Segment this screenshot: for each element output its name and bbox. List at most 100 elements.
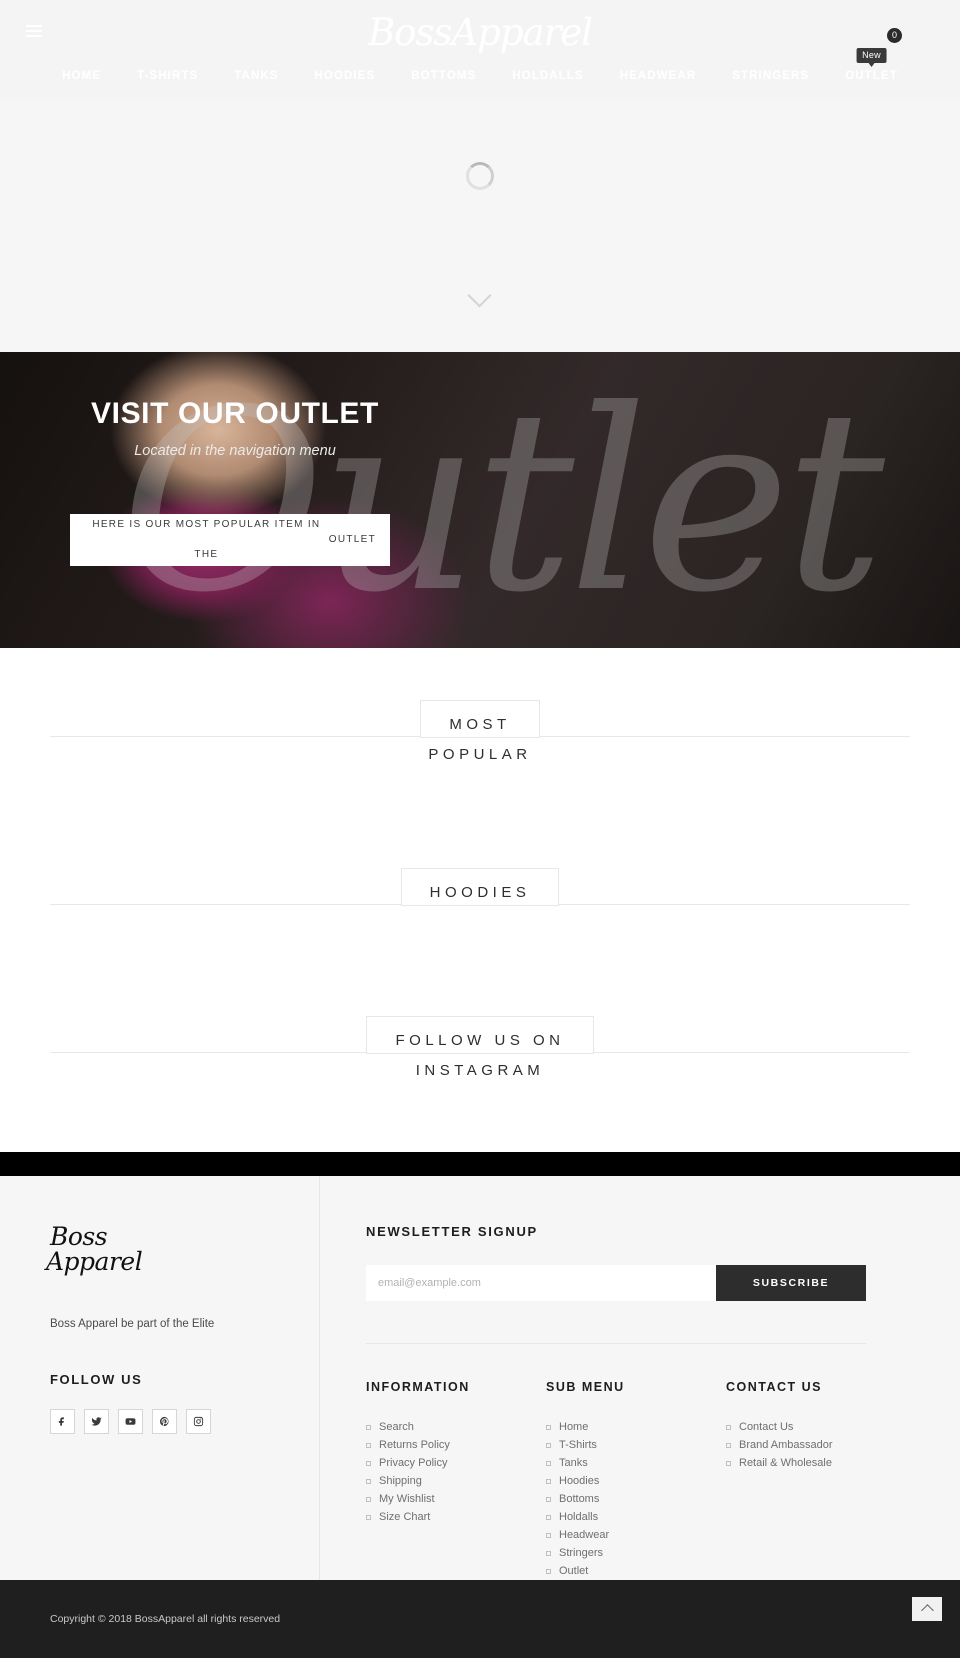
link-label: Outlet — [559, 1565, 589, 1577]
nav-item-hoodies[interactable]: HOODIES — [297, 70, 394, 82]
heading-box: MOST — [420, 700, 540, 738]
outlet-text-block: VISIT OUR OUTLET Located in the navigati… — [70, 397, 400, 459]
square-bullet-icon — [546, 1478, 551, 1484]
list-item[interactable]: Size Chart — [366, 1508, 546, 1526]
link-label: Contact Us — [739, 1421, 794, 1433]
link-label: Headwear — [559, 1529, 610, 1541]
list-item[interactable]: Outlet — [546, 1562, 726, 1580]
footer-column-sub-menu: SUB MENU Home T-Shirts Tanks Hoodies Bot… — [546, 1380, 726, 1580]
list-item[interactable]: Contact Us — [726, 1418, 886, 1436]
subscribe-button[interactable]: SUBSCRIBE — [716, 1265, 866, 1301]
list-item[interactable]: Privacy Policy — [366, 1454, 546, 1472]
list-item[interactable]: Hoodies — [546, 1472, 726, 1490]
link-label: Shipping — [379, 1475, 422, 1487]
nav-item-stringers[interactable]: STRINGERS — [714, 70, 827, 82]
site-logo[interactable]: BossApparel — [0, 10, 960, 56]
facebook-icon[interactable] — [50, 1409, 75, 1434]
list-item[interactable]: Shipping — [366, 1472, 546, 1490]
cart-button[interactable]: 0 — [887, 28, 902, 43]
square-bullet-icon — [366, 1478, 371, 1484]
link-label: Home — [559, 1421, 589, 1433]
nav-label: HOLDALLS — [512, 70, 584, 82]
site-header: BossApparel 0 HOME T-SHIRTS TANKS HOODIE… — [0, 0, 960, 100]
instagram-icon[interactable] — [186, 1409, 211, 1434]
section-heading: FOLLOW US ON INSTAGRAM — [0, 1016, 960, 1088]
square-bullet-icon — [546, 1424, 551, 1430]
link-label: My Wishlist — [379, 1493, 435, 1505]
link-list: Search Returns Policy Privacy Policy Shi… — [366, 1418, 546, 1526]
nav-label: HOODIES — [314, 70, 376, 82]
section-instagram: FOLLOW US ON INSTAGRAM — [0, 966, 960, 1152]
footer-logo-line1: Boss — [50, 1222, 108, 1251]
newsletter-form: SUBSCRIBE — [366, 1265, 866, 1301]
nav-label: HEADWEAR — [619, 70, 697, 82]
link-label: Bottoms — [559, 1493, 600, 1505]
heading-box: HOODIES — [400, 868, 560, 906]
heading-box: FOLLOW US ON — [366, 1016, 594, 1054]
heading-line2: INSTAGRAM — [0, 1054, 960, 1088]
list-item[interactable]: Brand Ambassador — [726, 1436, 886, 1454]
square-bullet-icon — [726, 1442, 731, 1448]
nav-label: TANKS — [234, 70, 279, 82]
list-item[interactable]: Stringers — [546, 1544, 726, 1562]
footer-main-column: NEWSLETTER SIGNUP SUBSCRIBE INFORMATION … — [320, 1176, 960, 1580]
pinterest-icon[interactable] — [152, 1409, 177, 1434]
list-item[interactable]: Returns Policy — [366, 1436, 546, 1454]
link-label: Returns Policy — [379, 1439, 450, 1451]
list-item[interactable]: Tanks — [546, 1454, 726, 1472]
link-label: Search — [379, 1421, 414, 1433]
footer-tagline: Boss Apparel be part of the Elite — [50, 1318, 215, 1330]
link-label: T-Shirts — [559, 1439, 597, 1451]
outlet-card-line2: OUTLET — [328, 534, 376, 545]
section-hoodies: HOODIES — [0, 820, 960, 966]
footer-logo[interactable]: Boss Apparel — [46, 1222, 269, 1274]
square-bullet-icon — [726, 1424, 731, 1430]
nav-item-tshirts[interactable]: T-SHIRTS — [119, 70, 216, 82]
newsletter-title: NEWSLETTER SIGNUP — [366, 1224, 538, 1239]
list-item[interactable]: My Wishlist — [366, 1490, 546, 1508]
outlet-subtitle: Located in the navigation menu — [134, 443, 336, 459]
youtube-icon[interactable] — [118, 1409, 143, 1434]
nav-item-outlet[interactable]: New OUTLET — [827, 48, 916, 82]
list-item[interactable]: Search — [366, 1418, 546, 1436]
list-item[interactable]: Headwear — [546, 1526, 726, 1544]
outlet-promo-card[interactable]: HERE IS OUR MOST POPULAR ITEM IN THE OUT… — [70, 514, 390, 566]
list-item[interactable]: Retail & Wholesale — [726, 1454, 886, 1472]
outlet-title: VISIT OUR OUTLET — [91, 397, 379, 430]
footer-brand-column: Boss Apparel Boss Apparel be part of the… — [0, 1176, 320, 1580]
square-bullet-icon — [546, 1514, 551, 1520]
link-label: Retail & Wholesale — [739, 1457, 832, 1469]
back-to-top-button[interactable] — [912, 1597, 942, 1621]
hero-slider — [0, 100, 960, 352]
link-label: Brand Ambassador — [739, 1439, 833, 1451]
nav-item-holdalls[interactable]: HOLDALLS — [494, 70, 601, 82]
link-label: Hoodies — [559, 1475, 600, 1487]
footer-link-columns: INFORMATION Search Returns Policy Privac… — [366, 1344, 910, 1580]
square-bullet-icon — [546, 1460, 551, 1466]
nav-item-bottoms[interactable]: BOTTOMS — [393, 70, 494, 82]
newsletter-email-input[interactable] — [366, 1265, 716, 1301]
footer-column-contact-us: CONTACT US Contact Us Brand Ambassador R… — [726, 1380, 886, 1580]
heading-line1: MOST — [449, 716, 511, 733]
cart-count-badge: 0 — [887, 28, 902, 43]
nav-item-headwear[interactable]: HEADWEAR — [602, 70, 715, 82]
link-list: Contact Us Brand Ambassador Retail & Who… — [726, 1418, 886, 1472]
square-bullet-icon — [366, 1442, 371, 1448]
product-grid-hoodies — [0, 906, 960, 966]
site-footer: Boss Apparel Boss Apparel be part of the… — [0, 1176, 960, 1580]
loading-spinner-icon — [466, 162, 494, 190]
list-item[interactable]: Home — [546, 1418, 726, 1436]
nav-item-tanks[interactable]: TANKS — [216, 70, 296, 82]
list-item[interactable]: Bottoms — [546, 1490, 726, 1508]
chevron-down-icon[interactable] — [469, 285, 491, 307]
column-title: INFORMATION — [366, 1380, 470, 1394]
square-bullet-icon — [546, 1442, 551, 1448]
footer-logo-line2: Apparel — [46, 1247, 143, 1276]
list-item[interactable]: Holdalls — [546, 1508, 726, 1526]
twitter-icon[interactable] — [84, 1409, 109, 1434]
list-item[interactable]: T-Shirts — [546, 1436, 726, 1454]
link-list: Home T-Shirts Tanks Hoodies Bottoms Hold… — [546, 1418, 726, 1580]
link-label: Size Chart — [379, 1511, 431, 1523]
nav-item-home[interactable]: HOME — [44, 70, 119, 82]
outlet-card-line1: HERE IS OUR MOST POPULAR ITEM IN THE — [92, 519, 321, 560]
